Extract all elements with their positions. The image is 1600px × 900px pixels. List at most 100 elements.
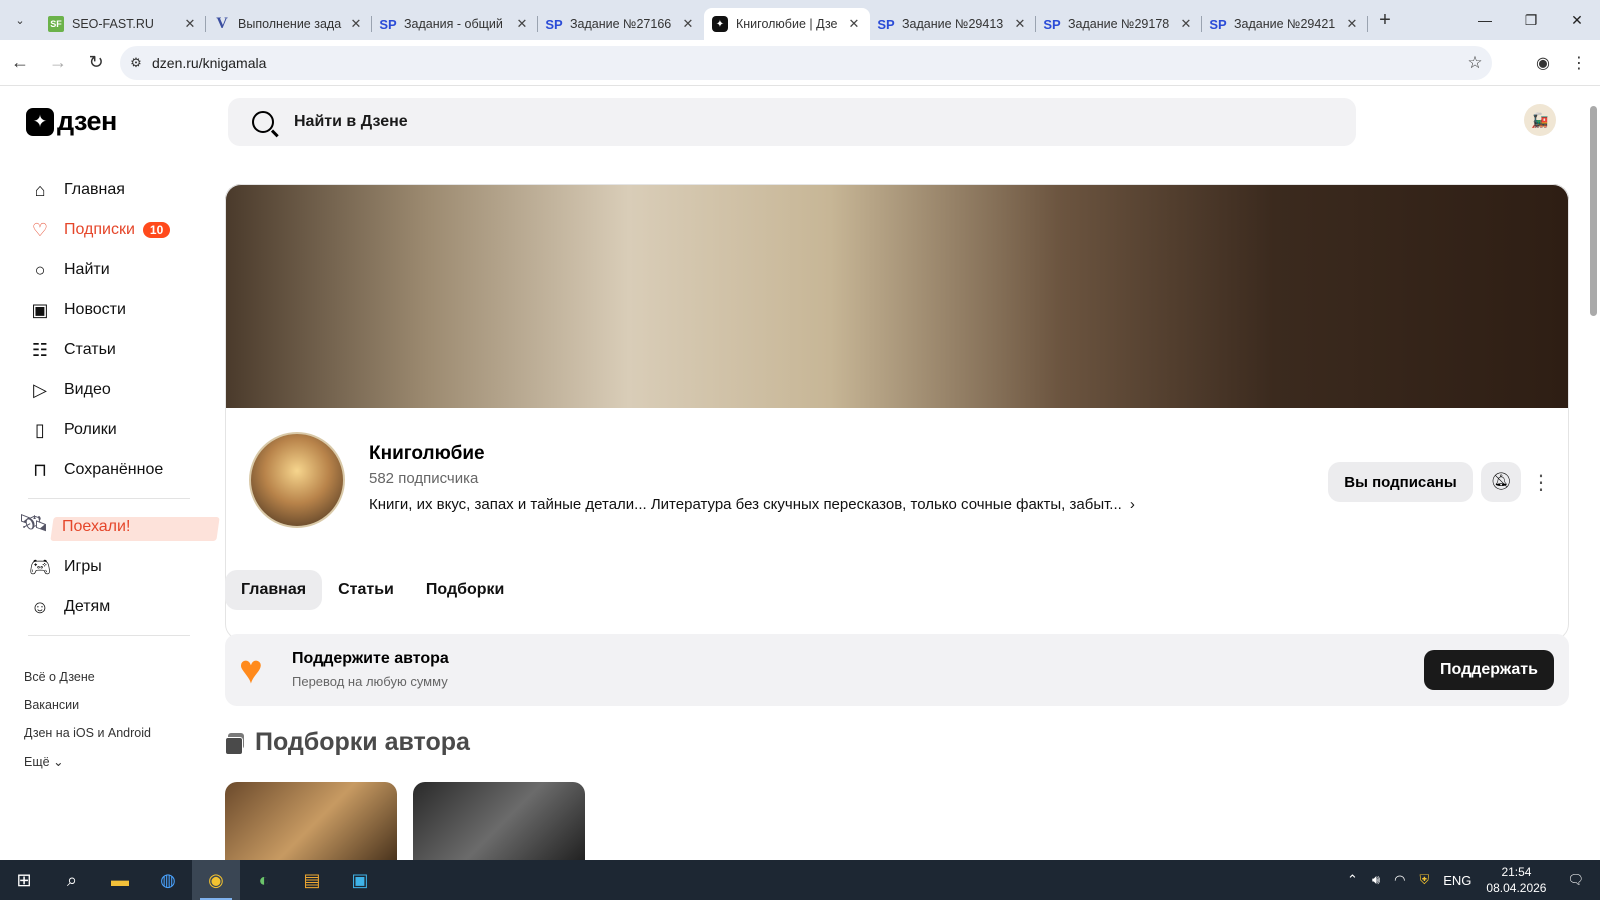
browser-tab[interactable]: SP Задания - общий ✕ — [372, 8, 538, 40]
browser-tab[interactable]: SF SEO-FAST.RU ✕ — [40, 8, 206, 40]
sidebar-item-saved[interactable]: ⊓ Сохранённое — [24, 450, 194, 490]
dzen-page: ✦ дзен Найти в Дзене 🚂 ⌂ Главная ♡ Подпи… — [0, 86, 1600, 860]
dzen-logo[interactable]: ✦ дзен — [26, 106, 117, 137]
collections-heading: Подборки автора — [225, 728, 470, 757]
browser-tab[interactable]: SP Задание №29178 ✕ — [1036, 8, 1202, 40]
notifications-icon[interactable]: 🗨︎ — [1567, 872, 1584, 888]
clock-time: 21:54 — [1501, 865, 1532, 879]
close-icon[interactable]: ✕ — [846, 16, 862, 32]
search-input[interactable]: Найти в Дзене — [228, 98, 1356, 146]
sidebar-item-promo[interactable]: 🛰 Поехали! — [18, 507, 220, 547]
close-icon[interactable]: ✕ — [1178, 16, 1194, 32]
close-icon[interactable]: ✕ — [680, 16, 696, 32]
browser-tab-title: Задание №29178 — [1068, 17, 1170, 31]
minimize-icon[interactable]: — — [1462, 0, 1508, 40]
browser-tab-title: Книголюбие | Дзе — [736, 17, 838, 31]
browser-tab[interactable]: V Выполнение зада ✕ — [206, 8, 372, 40]
browser-tab-title: SEO-FAST.RU — [72, 17, 154, 31]
scrollbar-thumb[interactable] — [1590, 106, 1597, 316]
windows-start-icon[interactable]: ⊞ — [0, 860, 48, 900]
sidebar-item-kids[interactable]: ☺ Детям — [24, 587, 194, 627]
bookmark-star-icon[interactable]: ☆ — [1458, 53, 1492, 73]
volume-icon[interactable]: 🔊︎ — [1372, 872, 1380, 888]
chevron-down-icon: ⌄ — [53, 755, 64, 769]
close-icon[interactable]: ✕ — [514, 16, 530, 32]
notes-app-icon[interactable]: ▤ — [288, 860, 336, 900]
windows-taskbar: ⊞ ⌕ ▬ ◍ ◉ ◐ ▤ ▣ ⌃ 🔊︎ ◠ ⛨ ENG 21:54 08.04… — [0, 860, 1600, 900]
site-settings-icon[interactable]: ⚙ — [120, 55, 152, 71]
tab-main[interactable]: Главная — [225, 570, 323, 610]
collection-card-thumbnail[interactable] — [413, 782, 585, 860]
profile-icon[interactable]: ◉ — [1526, 46, 1560, 80]
language-indicator[interactable]: ENG — [1443, 873, 1471, 888]
browser-tab-title: Задание №29413 — [902, 17, 1004, 31]
footer-link-more[interactable]: Ещё ⌄ — [24, 754, 194, 769]
sidebar-item-search[interactable]: ○ Найти — [24, 250, 194, 290]
channel-description[interactable]: Книги, их вкус, запах и тайные детали...… — [369, 496, 1135, 513]
address-bar[interactable]: ⚙ dzen.ru/knigamala ☆ — [120, 46, 1492, 80]
channel-subscribers: 582 подписчика — [369, 470, 479, 487]
sidebar-item-shorts[interactable]: ▯ Ролики — [24, 410, 194, 450]
support-title: Поддержите автора — [292, 650, 449, 667]
remote-app-icon[interactable]: ▣ — [336, 860, 384, 900]
browser-tab-title: Выполнение зада — [238, 17, 342, 31]
restore-icon[interactable]: ❐ — [1508, 0, 1554, 40]
search-icon[interactable]: ⌕ — [48, 860, 96, 900]
clock[interactable]: 21:54 08.04.2026 — [1486, 864, 1546, 896]
sidebar-item-subscriptions[interactable]: ♡ Подписки 10 — [24, 210, 194, 250]
tab-search-button[interactable]: ⌄ — [0, 0, 40, 40]
reload-icon[interactable]: ↻ — [78, 45, 114, 81]
chrome-icon[interactable]: ◉ — [192, 860, 240, 900]
app-icon[interactable]: ◐ — [240, 860, 288, 900]
articles-icon: ☷ — [31, 339, 49, 360]
support-button[interactable]: Поддержать — [1424, 650, 1554, 690]
user-avatar[interactable]: 🚂 — [1524, 104, 1556, 136]
sidebar-item-label: Видео — [64, 381, 111, 398]
browser-tab-active[interactable]: ✦ Книголюбие | Дзе ✕ — [704, 8, 870, 40]
url-text[interactable]: dzen.ru/knigamala — [152, 55, 1458, 71]
more-options-icon[interactable]: ⋮ — [1531, 462, 1551, 502]
kids-icon: ☺ — [30, 596, 50, 617]
video-icon: ▷ — [33, 379, 47, 400]
tab-collections[interactable]: Подборки — [410, 570, 521, 610]
shield-icon[interactable]: ⛨ — [1419, 872, 1429, 888]
channel-avatar[interactable] — [249, 432, 345, 528]
browser-tab[interactable]: SP Задание №29421 ✕ — [1202, 8, 1368, 40]
sidebar-item-label: Ролики — [64, 421, 117, 438]
subscribed-button[interactable]: Вы подписаны — [1328, 462, 1473, 502]
tab-articles[interactable]: Статьи — [322, 570, 410, 610]
browser-app-icon[interactable]: ◍ — [144, 860, 192, 900]
notifications-off-bell-icon[interactable]: 🔕︎ — [1481, 462, 1521, 502]
browser-tab[interactable]: SP Задание №27166 ✕ — [538, 8, 704, 40]
sidebar-item-home[interactable]: ⌂ Главная — [24, 170, 194, 210]
sidebar-item-games[interactable]: 🎮︎ Игры — [24, 547, 194, 587]
footer-link-apps[interactable]: Дзен на iOS и Android — [24, 726, 194, 740]
window-close-icon[interactable]: ✕ — [1554, 0, 1600, 40]
browser-menu-icon[interactable]: ⋮ — [1562, 46, 1596, 80]
footer-link-about[interactable]: Всё о Дзене — [24, 670, 194, 684]
sidebar-item-label: Новости — [64, 301, 126, 318]
sidebar-item-news[interactable]: ▣ Новости — [24, 290, 194, 330]
close-icon[interactable]: ✕ — [1012, 16, 1028, 32]
browser-toolbar: ← → ↻ ⚙ dzen.ru/knigamala ☆ ◉ ⋮ — [0, 40, 1600, 86]
close-icon[interactable]: ✕ — [1344, 16, 1360, 32]
sidebar-item-label: Поехали! — [62, 518, 131, 535]
wifi-icon[interactable]: ◠ — [1394, 872, 1405, 888]
close-icon[interactable]: ✕ — [182, 16, 198, 32]
sidebar-item-articles[interactable]: ☷ Статьи — [24, 330, 194, 370]
sidebar-item-video[interactable]: ▷ Видео — [24, 370, 194, 410]
forward-arrow-icon[interactable]: → — [40, 45, 76, 81]
footer-link-jobs[interactable]: Вакансии — [24, 698, 194, 712]
file-explorer-icon[interactable]: ▬ — [96, 860, 144, 900]
subscriptions-badge: 10 — [142, 222, 171, 238]
back-arrow-icon[interactable]: ← — [2, 45, 38, 81]
collection-card-thumbnail[interactable] — [225, 782, 397, 860]
sp-favicon-icon: SP — [545, 16, 563, 32]
page-scrollbar[interactable] — [1586, 86, 1600, 860]
close-icon[interactable]: ✕ — [348, 16, 364, 32]
channel-banner-image — [225, 184, 1569, 408]
browser-tab[interactable]: SP Задание №29413 ✕ — [870, 8, 1036, 40]
new-tab-plus-icon[interactable]: + — [1368, 9, 1402, 32]
channel-name[interactable]: Книголюбие — [369, 443, 485, 465]
chevron-up-icon[interactable]: ⌃ — [1347, 872, 1358, 888]
